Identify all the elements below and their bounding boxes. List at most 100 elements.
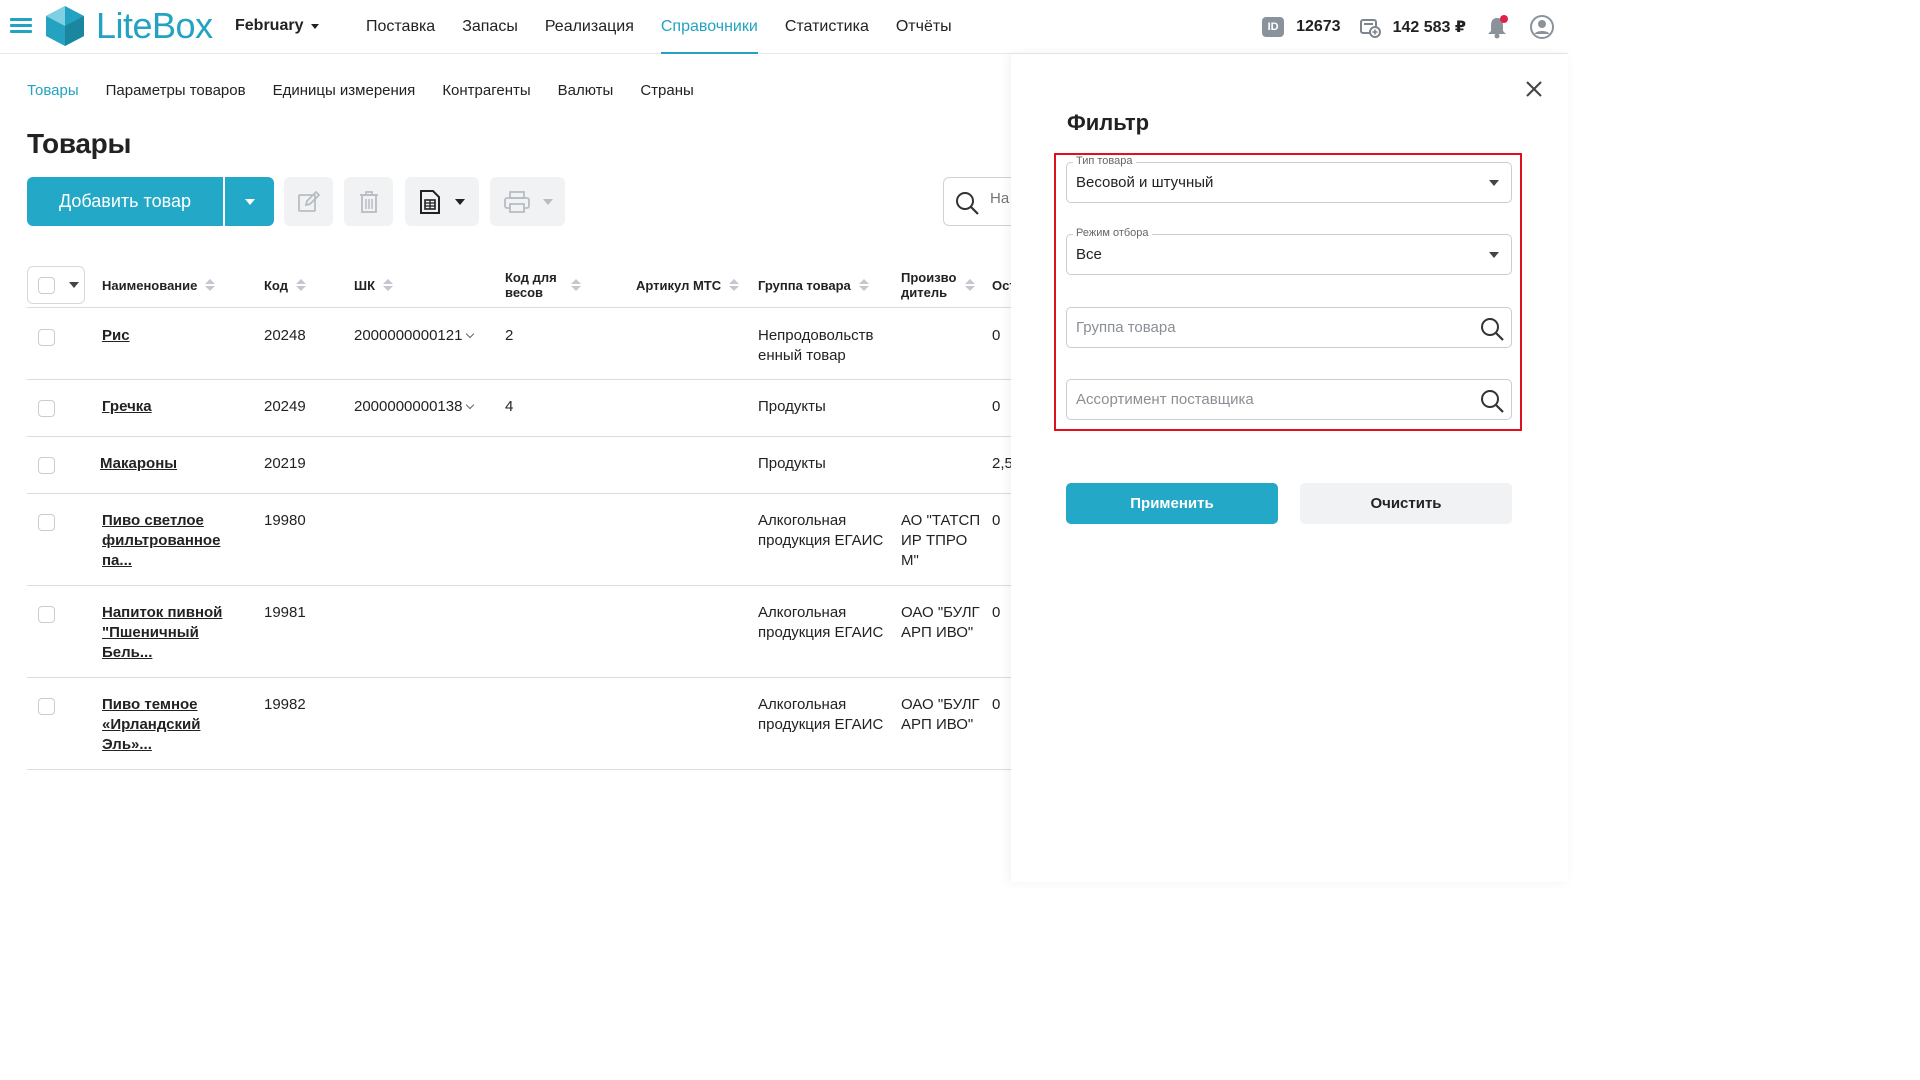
print-button[interactable] — [490, 177, 565, 226]
product-type-label: Тип товара — [1073, 155, 1136, 167]
nav-stock[interactable]: Запасы — [462, 0, 518, 54]
table-row[interactable]: Пиво светлое фильтрованное па... 19980 А… — [27, 494, 1011, 586]
product-name-link[interactable]: Пиво светлое фильтрованное па... — [102, 511, 252, 571]
sort-icon — [205, 279, 216, 291]
column-header-code[interactable]: Код — [264, 262, 306, 308]
selection-mode-select[interactable]: Режим отбора Все — [1066, 227, 1512, 275]
chevron-down-icon — [1489, 252, 1499, 258]
product-rest: 0 — [992, 398, 1001, 415]
selection-mode-value: Все — [1076, 246, 1102, 263]
selection-mode-label: Режим отбора — [1073, 227, 1152, 239]
subnav-contractors[interactable]: Контрагенты — [442, 80, 530, 102]
sort-icon — [965, 279, 975, 291]
product-barcode[interactable]: 2000000000121 — [354, 326, 475, 346]
id-icon: ID — [1262, 17, 1285, 37]
product-type-select[interactable]: Тип товара Весовой и штучный — [1066, 155, 1512, 203]
column-header-scale-code[interactable]: Код для весов — [505, 262, 585, 308]
product-name-link[interactable]: Рис — [102, 326, 130, 346]
export-button[interactable] — [405, 177, 479, 226]
product-code: 19981 — [264, 604, 306, 621]
page-title: Товары — [27, 128, 132, 159]
product-code: 20219 — [264, 455, 306, 472]
column-header-barcode[interactable]: ШК — [354, 262, 393, 308]
edit-icon — [297, 190, 320, 212]
products-table: Наименование Код ШК Код для весов Артику… — [27, 262, 1011, 770]
nav-references[interactable]: Справочники — [660, 0, 758, 54]
month-selector[interactable]: February — [235, 17, 320, 35]
product-group-placeholder: Группа товара — [1076, 319, 1176, 336]
close-icon[interactable] — [1523, 78, 1545, 100]
table-row[interactable]: Рис 20248 2000000000121 2 Непродовольств… — [27, 308, 1011, 380]
search-icon[interactable] — [1479, 388, 1505, 414]
supplier-assortment-placeholder: Ассортимент поставщика — [1076, 391, 1254, 408]
product-maker: ОАО "БУЛГАРП ИВО" — [901, 604, 980, 641]
subnav-countries[interactable]: Страны — [640, 80, 693, 102]
nav-statistics[interactable]: Статистика — [785, 0, 869, 54]
column-header-mts-article[interactable]: Артикул МТС — [636, 262, 740, 308]
product-group-field[interactable]: Группа товара — [1066, 307, 1512, 348]
column-header-name[interactable]: Наименование — [102, 262, 216, 308]
table-row[interactable]: Пиво темное «Ирландский Эль»... 19982 Ал… — [27, 678, 1011, 770]
column-header-maker[interactable]: Производитель — [901, 262, 975, 308]
product-group: Алкогольная продукция ЕГАИС — [758, 696, 884, 733]
table-row[interactable]: Напиток пивной "Пшеничный Бель... 19981 … — [27, 586, 1011, 678]
user-avatar-icon[interactable] — [1530, 15, 1554, 39]
menu-icon[interactable] — [10, 18, 32, 34]
wallet-icon[interactable] — [1359, 16, 1381, 38]
nav-reports[interactable]: Отчёты — [896, 0, 952, 54]
chevron-down-icon — [1489, 180, 1499, 186]
clear-button[interactable]: Очистить — [1300, 483, 1512, 524]
add-product-button[interactable]: Добавить товар — [27, 177, 223, 226]
delete-button[interactable] — [344, 177, 393, 226]
subnav-product-params[interactable]: Параметры товаров — [106, 80, 246, 102]
subnav-units[interactable]: Единицы измерения — [273, 80, 416, 102]
apply-button[interactable]: Применить — [1066, 483, 1278, 524]
product-rest: 0 — [992, 604, 1001, 621]
table-row[interactable]: Макароны 20219 Продукты 2,5 — [27, 437, 1011, 494]
add-product-dropdown-button[interactable] — [225, 177, 274, 226]
account-id: 12673 — [1296, 18, 1341, 35]
row-checkbox[interactable] — [38, 400, 55, 417]
chevron-down-icon — [244, 198, 255, 205]
select-all-dropdown[interactable] — [27, 266, 85, 304]
product-name-link[interactable]: Напиток пивной "Пшеничный Бель... — [102, 603, 252, 663]
column-header-group[interactable]: Группа товара — [758, 262, 869, 308]
row-checkbox[interactable] — [38, 457, 55, 474]
chevron-down-icon — [69, 282, 79, 288]
table-row[interactable]: Гречка 20249 2000000000138 4 Продукты 0 — [27, 380, 1011, 437]
row-checkbox[interactable] — [38, 514, 55, 531]
row-checkbox[interactable] — [38, 606, 55, 623]
chevron-down-icon — [542, 198, 553, 205]
nav-sales[interactable]: Реализация — [545, 0, 634, 54]
logo[interactable]: LiteBox — [44, 4, 213, 48]
bell-icon[interactable] — [1486, 15, 1508, 39]
product-name-link[interactable]: Макароны — [100, 454, 177, 474]
chevron-down-icon — [311, 23, 320, 29]
nav-supply[interactable]: Поставка — [366, 0, 435, 54]
product-rest: 0 — [992, 696, 1001, 713]
product-group: Алкогольная продукция ЕГАИС — [758, 604, 884, 641]
trash-icon — [359, 190, 378, 213]
product-group: Продукты — [758, 455, 826, 472]
select-all-checkbox[interactable] — [38, 276, 55, 294]
column-header-rest[interactable]: Ост — [992, 262, 1011, 308]
product-rest: 0 — [992, 512, 1001, 529]
subnav-currencies[interactable]: Валюты — [558, 80, 614, 102]
month-label: February — [235, 17, 304, 34]
product-maker: АО "ТАТСПИР ТПРОМ" — [901, 512, 981, 569]
product-name-link[interactable]: Гречка — [102, 397, 152, 417]
table-header: Наименование Код ШК Код для весов Артику… — [27, 262, 1011, 308]
subnav-products[interactable]: Товары — [27, 80, 79, 102]
chevron-down-icon — [466, 329, 475, 339]
row-checkbox[interactable] — [38, 329, 55, 346]
search-icon[interactable] — [1479, 316, 1505, 342]
supplier-assortment-field[interactable]: Ассортимент поставщика — [1066, 379, 1512, 420]
product-code: 19980 — [264, 512, 306, 529]
sort-icon — [295, 279, 306, 291]
row-checkbox[interactable] — [38, 698, 55, 715]
edit-button[interactable] — [284, 177, 333, 226]
product-barcode[interactable]: 2000000000138 — [354, 397, 475, 417]
product-name-link[interactable]: Пиво темное «Ирландский Эль»... — [102, 695, 252, 755]
sort-icon — [858, 279, 869, 291]
main-nav: Поставка Запасы Реализация Справочники С… — [366, 0, 979, 54]
